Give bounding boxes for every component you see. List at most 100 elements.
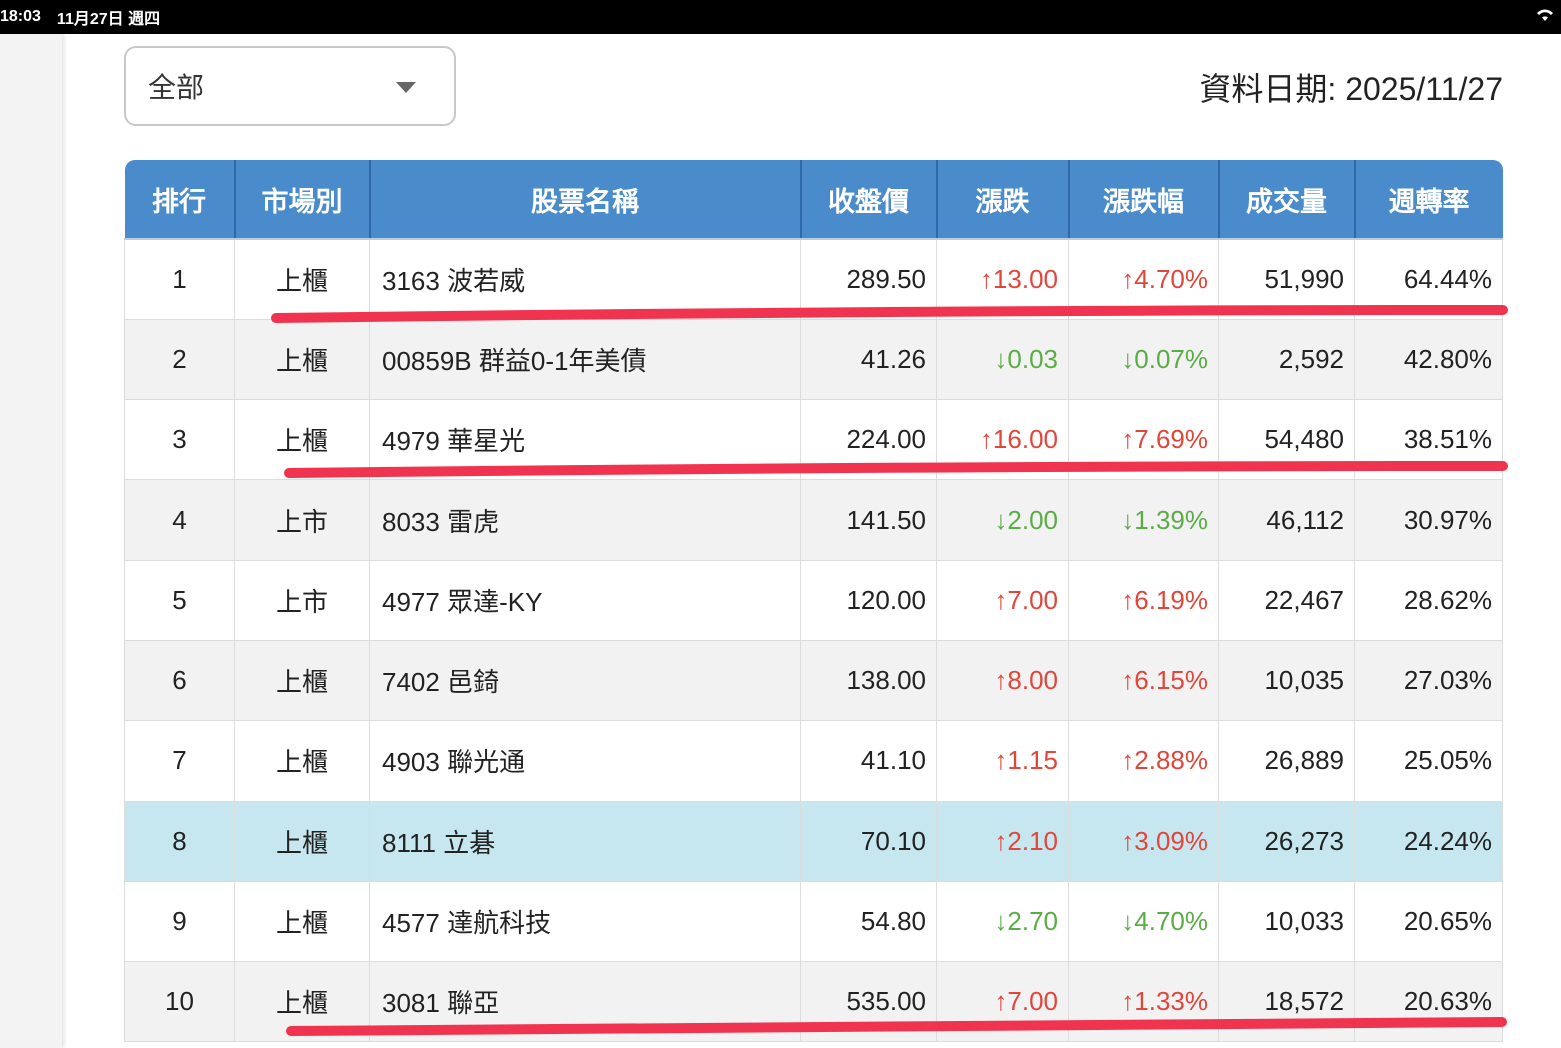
table-row[interactable]: 6 上櫃 7402 邑錡 138.00 ↑8.00 ↑6.15% 10,035 27.03% <box>124 639 1503 722</box>
table-row[interactable]: 3 上櫃 4979 華星光 224.00 ↑16.00 ↑7.69% 54,480 38.51… <box>124 399 1503 481</box>
cell-market: 上櫃 <box>234 399 370 481</box>
status-bar: 18:03 11月27日 週四 <box>0 0 1561 34</box>
column-header-rank[interactable]: 排行 <box>124 160 236 240</box>
cell-close: 141.50 <box>800 479 937 561</box>
cell-volume: 22,467 <box>1218 559 1355 641</box>
cell-change: ↓0.03 <box>936 318 1069 401</box>
cell-pct: ↓0.07% <box>1068 318 1219 401</box>
cell-close: 138.00 <box>800 639 937 722</box>
cell-close: 535.00 <box>800 961 937 1043</box>
cell-turnover: 20.65% <box>1354 880 1503 963</box>
cell-market: 上櫃 <box>234 800 370 882</box>
cell-name[interactable]: 4979 華星光 <box>369 399 801 481</box>
cell-market: 上櫃 <box>234 639 370 722</box>
column-header-market[interactable]: 市場別 <box>234 160 371 240</box>
cell-change: ↑8.00 <box>936 639 1069 722</box>
cell-change: ↑1.15 <box>936 720 1069 802</box>
cell-volume: 18,572 <box>1218 961 1355 1043</box>
table-row[interactable]: 7 上櫃 4903 聯光通 41.10 ↑1.15 ↑2.88% 26,889 25.05% <box>124 720 1503 802</box>
cell-turnover: 27.03% <box>1354 639 1503 722</box>
cell-pct: ↑4.70% <box>1068 238 1219 320</box>
cell-name[interactable]: 00859B 群益0-1年美債 <box>369 318 801 401</box>
cell-rank: 2 <box>124 318 235 401</box>
cell-close: 224.00 <box>800 399 937 481</box>
table-row[interactable]: 8 上櫃 8111 立碁 70.10 ↑2.10 ↑3.09% 26,273 24.24% <box>124 800 1503 882</box>
cell-turnover: 64.44% <box>1354 238 1503 320</box>
cell-pct: ↑6.19% <box>1068 559 1219 641</box>
chevron-down-icon <box>396 82 416 93</box>
column-header-pct[interactable]: 漲跌幅 <box>1068 160 1220 240</box>
cell-name[interactable]: 4577 達航科技 <box>369 880 801 963</box>
cell-close: 70.10 <box>800 800 937 882</box>
cell-turnover: 42.80% <box>1354 318 1503 401</box>
cell-name[interactable]: 7402 邑錡 <box>369 639 801 722</box>
cell-volume: 2,592 <box>1218 318 1355 401</box>
cell-change: ↓2.70 <box>936 880 1069 963</box>
cell-change: ↑16.00 <box>936 399 1069 481</box>
cell-rank: 10 <box>124 961 235 1043</box>
cell-rank: 3 <box>124 399 235 481</box>
market-filter-select[interactable]: 全部 <box>124 46 456 126</box>
cell-pct: ↑1.33% <box>1068 961 1219 1043</box>
cell-market: 上櫃 <box>234 238 370 320</box>
cell-volume: 10,033 <box>1218 880 1355 963</box>
table-row[interactable]: 1 上櫃 3163 波若威 289.50 ↑13.00 ↑4.70% 51,990 64.44… <box>124 238 1503 320</box>
market-filter-value: 全部 <box>148 72 205 103</box>
cell-change: ↑13.00 <box>936 238 1069 320</box>
cell-volume: 46,112 <box>1218 479 1355 561</box>
cell-turnover: 20.63% <box>1354 961 1503 1043</box>
table-row[interactable]: 10 上櫃 3081 聯亞 535.00 ↑7.00 ↑1.33% 18,572 20.63% <box>124 961 1503 1043</box>
cell-market: 上櫃 <box>234 880 370 963</box>
table-row[interactable]: 5 上市 4977 眾達-KY 120.00 ↑7.00 ↑6.19% 22,467 28.6… <box>124 559 1503 641</box>
cell-rank: 7 <box>124 720 235 802</box>
cell-volume: 26,273 <box>1218 800 1355 882</box>
column-header-close[interactable]: 收盤價 <box>800 160 938 240</box>
cell-market: 上櫃 <box>234 318 370 401</box>
cell-pct: ↓4.70% <box>1068 880 1219 963</box>
cell-market: 上市 <box>234 479 370 561</box>
cell-close: 41.26 <box>800 318 937 401</box>
column-header-name[interactable]: 股票名稱 <box>369 160 802 240</box>
table-row[interactable]: 4 上市 8033 雷虎 141.50 ↓2.00 ↓1.39% 46,112 30.97% <box>124 479 1503 561</box>
cell-close: 54.80 <box>800 880 937 963</box>
cell-turnover: 38.51% <box>1354 399 1503 481</box>
table-row[interactable]: 2 上櫃 00859B 群益0-1年美債 41.26 ↓0.03 ↓0.07% 2,592 4… <box>124 318 1503 401</box>
cell-rank: 4 <box>124 479 235 561</box>
column-header-change[interactable]: 漲跌 <box>936 160 1070 240</box>
cell-pct: ↑3.09% <box>1068 800 1219 882</box>
cell-volume: 26,889 <box>1218 720 1355 802</box>
column-header-volume[interactable]: 成交量 <box>1218 160 1356 240</box>
cell-volume: 54,480 <box>1218 399 1355 481</box>
cell-volume: 10,035 <box>1218 639 1355 722</box>
cell-name[interactable]: 8033 雷虎 <box>369 479 801 561</box>
cell-change: ↑2.10 <box>936 800 1069 882</box>
cell-rank: 1 <box>124 238 235 320</box>
data-date: 資料日期: 2025/11/27 <box>1199 71 1503 107</box>
cell-pct: ↓1.39% <box>1068 479 1219 561</box>
cell-turnover: 30.97% <box>1354 479 1503 561</box>
cell-market: 上櫃 <box>234 720 370 802</box>
cell-turnover: 28.62% <box>1354 559 1503 641</box>
cell-name[interactable]: 8111 立碁 <box>369 800 801 882</box>
cell-rank: 9 <box>124 880 235 963</box>
status-time: 18:03 <box>0 8 41 25</box>
table-row[interactable]: 9 上櫃 4577 達航科技 54.80 ↓2.70 ↓4.70% 10,033 20.65% <box>124 880 1503 963</box>
ranking-table: 排行 市場別 股票名稱 收盤價 漲跌 漲跌幅 成交量 週轉率 1 上櫃 3163 波若威 289.5… <box>124 160 1503 1043</box>
cell-name[interactable]: 4903 聯光通 <box>369 720 801 802</box>
column-header-turnover[interactable]: 週轉率 <box>1354 160 1503 240</box>
cell-market: 上市 <box>234 559 370 641</box>
cell-pct: ↑7.69% <box>1068 399 1219 481</box>
cell-close: 289.50 <box>800 238 937 320</box>
cell-name[interactable]: 3081 聯亞 <box>369 961 801 1043</box>
cell-volume: 51,990 <box>1218 238 1355 320</box>
side-panel <box>0 34 62 1048</box>
cell-name[interactable]: 4977 眾達-KY <box>369 559 801 641</box>
cell-pct: ↑2.88% <box>1068 720 1219 802</box>
cell-rank: 5 <box>124 559 235 641</box>
wifi-icon <box>1535 7 1555 28</box>
status-date: 11月27日 週四 <box>56 11 161 28</box>
cell-close: 41.10 <box>800 720 937 802</box>
cell-name[interactable]: 3163 波若威 <box>369 238 801 320</box>
cell-market: 上櫃 <box>234 961 370 1043</box>
cell-change: ↑7.00 <box>936 559 1069 641</box>
